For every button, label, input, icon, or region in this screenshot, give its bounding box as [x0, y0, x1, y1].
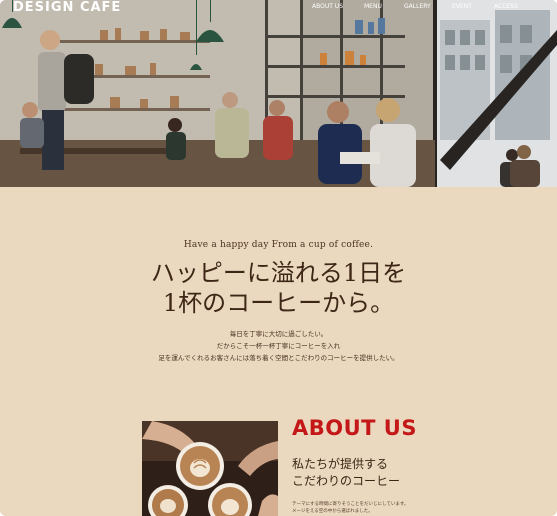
about-subtitle-line-1: 私たちが提供する: [292, 457, 389, 471]
nav-access[interactable]: ACCESS: [494, 3, 518, 10]
intro-section: Have a happy day From a cup of coffee. ハ…: [0, 240, 557, 364]
nav-menu[interactable]: MENU: [364, 3, 382, 10]
desc-line-2: だからこそ一杯一杯丁寧にコーヒーを入れ: [216, 342, 341, 350]
desc-line-1: 毎日を丁寧に大切に過ごしたい。: [229, 330, 328, 338]
latte-art-photo: [142, 421, 278, 516]
hero-image: DESIGN CAFE ABOUT US MENU GALLERY EVENT …: [0, 0, 557, 187]
site-logo[interactable]: DESIGN CAFE: [13, 0, 121, 15]
about-title: ABOUT US: [292, 416, 417, 440]
about-text-line-1: テーマにする時間に寄りそうことをだいじにしています。: [292, 502, 409, 507]
headline-line-2: 1杯のコーヒーから。: [162, 289, 395, 317]
about-text-line-2: メージをえる空の中から選ばれました。: [292, 509, 373, 514]
headline-line-1: ハッピーに溢れる1日を: [150, 259, 407, 287]
nav-event[interactable]: EVENT: [452, 3, 472, 10]
about-text: テーマにする時間に寄りそうことをだいじにしています。 メージをえる空の中から選ば…: [292, 501, 452, 515]
about-subtitle-line-2: こだわりのコーヒー: [292, 474, 401, 488]
about-subtitle: 私たちが提供する こだわりのコーヒー: [292, 456, 452, 490]
headline: ハッピーに溢れる1日を 1杯のコーヒーから。: [0, 258, 557, 318]
desc-line-3: 足を運んでくれるお客さんには落ち着く空間とこだわりのコーヒーを提供したい。: [158, 354, 399, 362]
intro-description: 毎日を丁寧に大切に過ごしたい。 だからこそ一杯一杯丁寧にコーヒーを入れ 足を運ん…: [0, 328, 557, 364]
cafe-interior-photo: [0, 0, 557, 187]
tagline: Have a happy day From a cup of coffee.: [183, 240, 374, 250]
nav-about-us[interactable]: ABOUT US: [312, 3, 343, 10]
about-image: [142, 421, 278, 516]
nav-gallery[interactable]: GALLERY: [404, 3, 431, 10]
page-frame: DESIGN CAFE ABOUT US MENU GALLERY EVENT …: [0, 0, 557, 516]
